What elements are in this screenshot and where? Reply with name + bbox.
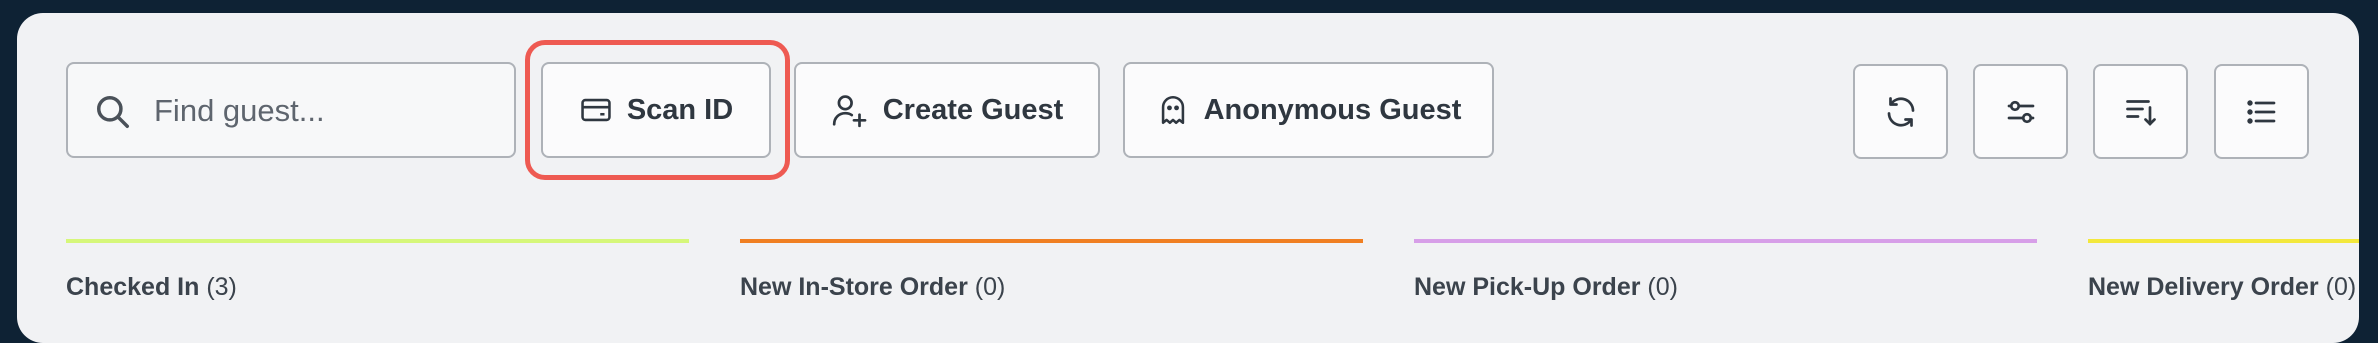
column-count: (3)	[206, 273, 237, 301]
create-guest-button[interactable]: Create Guest	[794, 62, 1100, 158]
column-new-pick-up-order-header[interactable]: New Pick-Up Order (0)	[1414, 273, 1678, 302]
filter-button[interactable]	[1973, 64, 2068, 159]
sort-button[interactable]	[2093, 64, 2188, 159]
search-icon	[97, 96, 129, 128]
anonymous-guest-label: Anonymous Guest	[1203, 93, 1462, 126]
column-label: Checked In	[66, 273, 200, 301]
column-count: (0)	[974, 273, 1006, 301]
column-label: New Delivery Order	[2088, 273, 2319, 301]
column-count: (0)	[2325, 273, 2357, 301]
ghost-icon	[1161, 95, 1184, 125]
column-new-delivery-order-header[interactable]: New Delivery Order (0)	[2088, 273, 2356, 302]
column-new-delivery-order-accent	[2088, 239, 2359, 243]
column-count: (0)	[1647, 273, 1678, 301]
column-new-in-store-order-accent	[740, 239, 1363, 243]
scan-id-label: Scan ID	[626, 93, 734, 126]
column-new-in-store-order-header[interactable]: New In-Store Order (0)	[740, 273, 1005, 302]
id-card-icon	[581, 98, 611, 122]
column-checked-in-accent	[66, 239, 689, 243]
sort-icon	[2125, 99, 2156, 126]
user-plus-icon	[832, 95, 867, 128]
column-new-pick-up-order-accent	[1414, 239, 2037, 243]
list-view-button[interactable]	[2214, 64, 2309, 159]
create-guest-label: Create Guest	[882, 93, 1064, 126]
search-input[interactable]	[152, 84, 496, 138]
column-label: New In-Store Order	[740, 273, 968, 301]
anonymous-guest-button[interactable]: Anonymous Guest	[1123, 62, 1494, 158]
column-label: New Pick-Up Order	[1414, 273, 1641, 301]
search-field[interactable]	[66, 62, 516, 158]
refresh-icon	[1887, 96, 1914, 127]
refresh-button[interactable]	[1853, 64, 1948, 159]
list-view-icon	[2246, 99, 2275, 124]
filter-sliders-icon	[2007, 100, 2034, 123]
scan-id-button[interactable]: Scan ID	[541, 62, 771, 158]
column-checked-in-header[interactable]: Checked In (3)	[66, 273, 237, 302]
